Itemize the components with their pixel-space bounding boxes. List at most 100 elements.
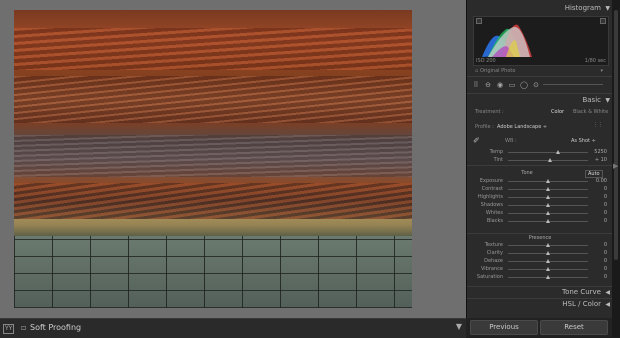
soft-proofing-label[interactable]: Soft Proofing	[30, 322, 81, 333]
slider-value[interactable]: 0	[593, 274, 607, 281]
tone-title: Tone	[521, 170, 533, 176]
slider-knob[interactable]	[546, 267, 550, 271]
collapse-icon: ▼	[605, 97, 610, 104]
slider-track[interactable]	[508, 150, 588, 154]
shadow-clipping-icon[interactable]	[476, 18, 482, 24]
slider-knob[interactable]	[546, 219, 550, 223]
original-photo-menu-icon[interactable]: ▾	[600, 68, 603, 74]
wb-slider-row: Tint + 10	[475, 157, 607, 164]
profile-dropdown[interactable]: Adobe Landscape ÷	[497, 124, 547, 130]
tone-slider-row: Shadows 0	[475, 202, 607, 209]
panel-scrollbar[interactable]: ▶	[612, 0, 620, 337]
slider-knob[interactable]	[546, 203, 550, 207]
slider-value[interactable]: 0	[593, 210, 607, 217]
slider-track[interactable]	[508, 211, 588, 215]
slider-track[interactable]	[508, 251, 588, 255]
original-photo-row: ▫ Original Photo	[475, 68, 515, 74]
cracked-mud	[14, 236, 412, 308]
slider-knob[interactable]	[546, 187, 550, 191]
expand-icon: ◀	[605, 289, 610, 296]
wb-label: WB :	[505, 138, 517, 144]
slider-value[interactable]: 0	[593, 194, 607, 201]
rock-layer	[14, 135, 412, 177]
spot-removal-icon[interactable]: ⊖	[483, 80, 493, 90]
slider-track[interactable]	[508, 187, 588, 191]
radial-filter-icon[interactable]: ◯	[519, 80, 529, 90]
slider-knob[interactable]	[546, 275, 550, 279]
slider-label: Contrast	[481, 186, 503, 192]
slider-value[interactable]: 0	[593, 250, 607, 257]
slider-knob[interactable]	[546, 251, 550, 255]
slider-track[interactable]	[508, 275, 588, 279]
slider-label: Highlights	[477, 194, 503, 200]
profile-browser-icon[interactable]: ⋮⋮	[593, 122, 603, 128]
slider-track[interactable]	[508, 179, 588, 183]
checkbox-icon[interactable]: ▫	[21, 322, 26, 333]
slider-track[interactable]	[508, 195, 588, 199]
slider-value[interactable]: 0.00	[593, 178, 607, 185]
slider-label: Whites	[485, 210, 503, 216]
wb-eyedropper-icon[interactable]: ✐	[473, 137, 480, 145]
histogram-iso: ISO 200	[476, 58, 496, 64]
slider-track[interactable]	[508, 267, 588, 271]
tone-slider-row: Highlights 0	[475, 194, 607, 201]
slider-label: Exposure	[479, 178, 503, 184]
tone-auto-button[interactable]: Auto	[585, 170, 603, 178]
profile-label: Profile :	[475, 124, 494, 130]
slider-knob[interactable]	[546, 195, 550, 199]
treatment-bw-button[interactable]: Black & White	[573, 109, 608, 115]
histogram-header[interactable]: Histogram ▼	[467, 3, 613, 14]
brush-slider[interactable]	[543, 80, 603, 90]
wb-dropdown[interactable]: As Shot ÷	[571, 138, 596, 144]
slider-knob[interactable]	[546, 179, 550, 183]
tone-curve-header[interactable]: Tone Curve ◀	[467, 287, 613, 298]
reset-button[interactable]: Reset	[540, 320, 608, 335]
rock-layer	[14, 75, 412, 124]
slider-knob[interactable]	[555, 150, 560, 154]
slider-track[interactable]	[508, 203, 588, 207]
panel-toggle-icon[interactable]: ▶	[613, 162, 618, 170]
hsl-color-header[interactable]: HSL / Color ◀	[467, 299, 613, 310]
wb-slider-row: Temp 5250	[475, 149, 607, 156]
photo-preview[interactable]	[14, 10, 412, 308]
image-canvas[interactable]	[0, 0, 466, 318]
treatment-label: Treatment :	[475, 109, 504, 115]
slider-knob[interactable]	[548, 158, 553, 162]
basic-header[interactable]: Basic ▼	[467, 95, 613, 106]
previous-button[interactable]: Previous	[470, 320, 538, 335]
slider-knob[interactable]	[546, 243, 550, 247]
adjustment-brush-icon[interactable]: ⊙	[531, 80, 541, 90]
view-mode-icon[interactable]: YY	[3, 322, 15, 334]
crop-overlay-icon[interactable]: ⠿	[471, 80, 481, 90]
tone-slider-row: Exposure 0.00	[475, 178, 607, 185]
slider-knob[interactable]	[546, 259, 550, 263]
highlight-clipping-icon[interactable]	[600, 18, 606, 24]
slider-value[interactable]: 5250	[593, 149, 607, 156]
slider-track[interactable]	[508, 243, 588, 247]
histogram: ISO 200 1/80 sec	[473, 16, 609, 66]
slider-knob[interactable]	[546, 211, 550, 215]
slider-label: Shadows	[480, 202, 503, 208]
slider-track[interactable]	[508, 158, 588, 162]
slider-track[interactable]	[508, 259, 588, 263]
histogram-shutter: 1/80 sec	[584, 58, 606, 64]
expand-icon: ◀	[605, 301, 610, 308]
toolbar-menu-chevron-icon[interactable]: ▼	[456, 322, 462, 331]
slider-value[interactable]: 0	[593, 258, 607, 265]
original-photo-checkbox-icon[interactable]: ▫	[475, 68, 478, 74]
rock-layer	[14, 218, 412, 237]
slider-value[interactable]: 0	[593, 186, 607, 193]
original-photo-label: Original Photo	[479, 68, 516, 74]
slider-value[interactable]: 0	[593, 218, 607, 225]
slider-value[interactable]: 0	[593, 202, 607, 209]
red-eye-icon[interactable]: ◉	[495, 80, 505, 90]
scrollbar-thumb[interactable]	[614, 10, 618, 260]
slider-value[interactable]: + 10	[593, 157, 607, 164]
treatment-color-button[interactable]: Color	[551, 109, 564, 115]
slider-value[interactable]: 0	[593, 266, 607, 273]
slider-value[interactable]: 0	[593, 242, 607, 249]
slider-track[interactable]	[508, 219, 588, 223]
divider	[467, 233, 613, 234]
graduated-filter-icon[interactable]: ▭	[507, 80, 517, 90]
tone-slider-row: Blacks 0	[475, 218, 607, 225]
